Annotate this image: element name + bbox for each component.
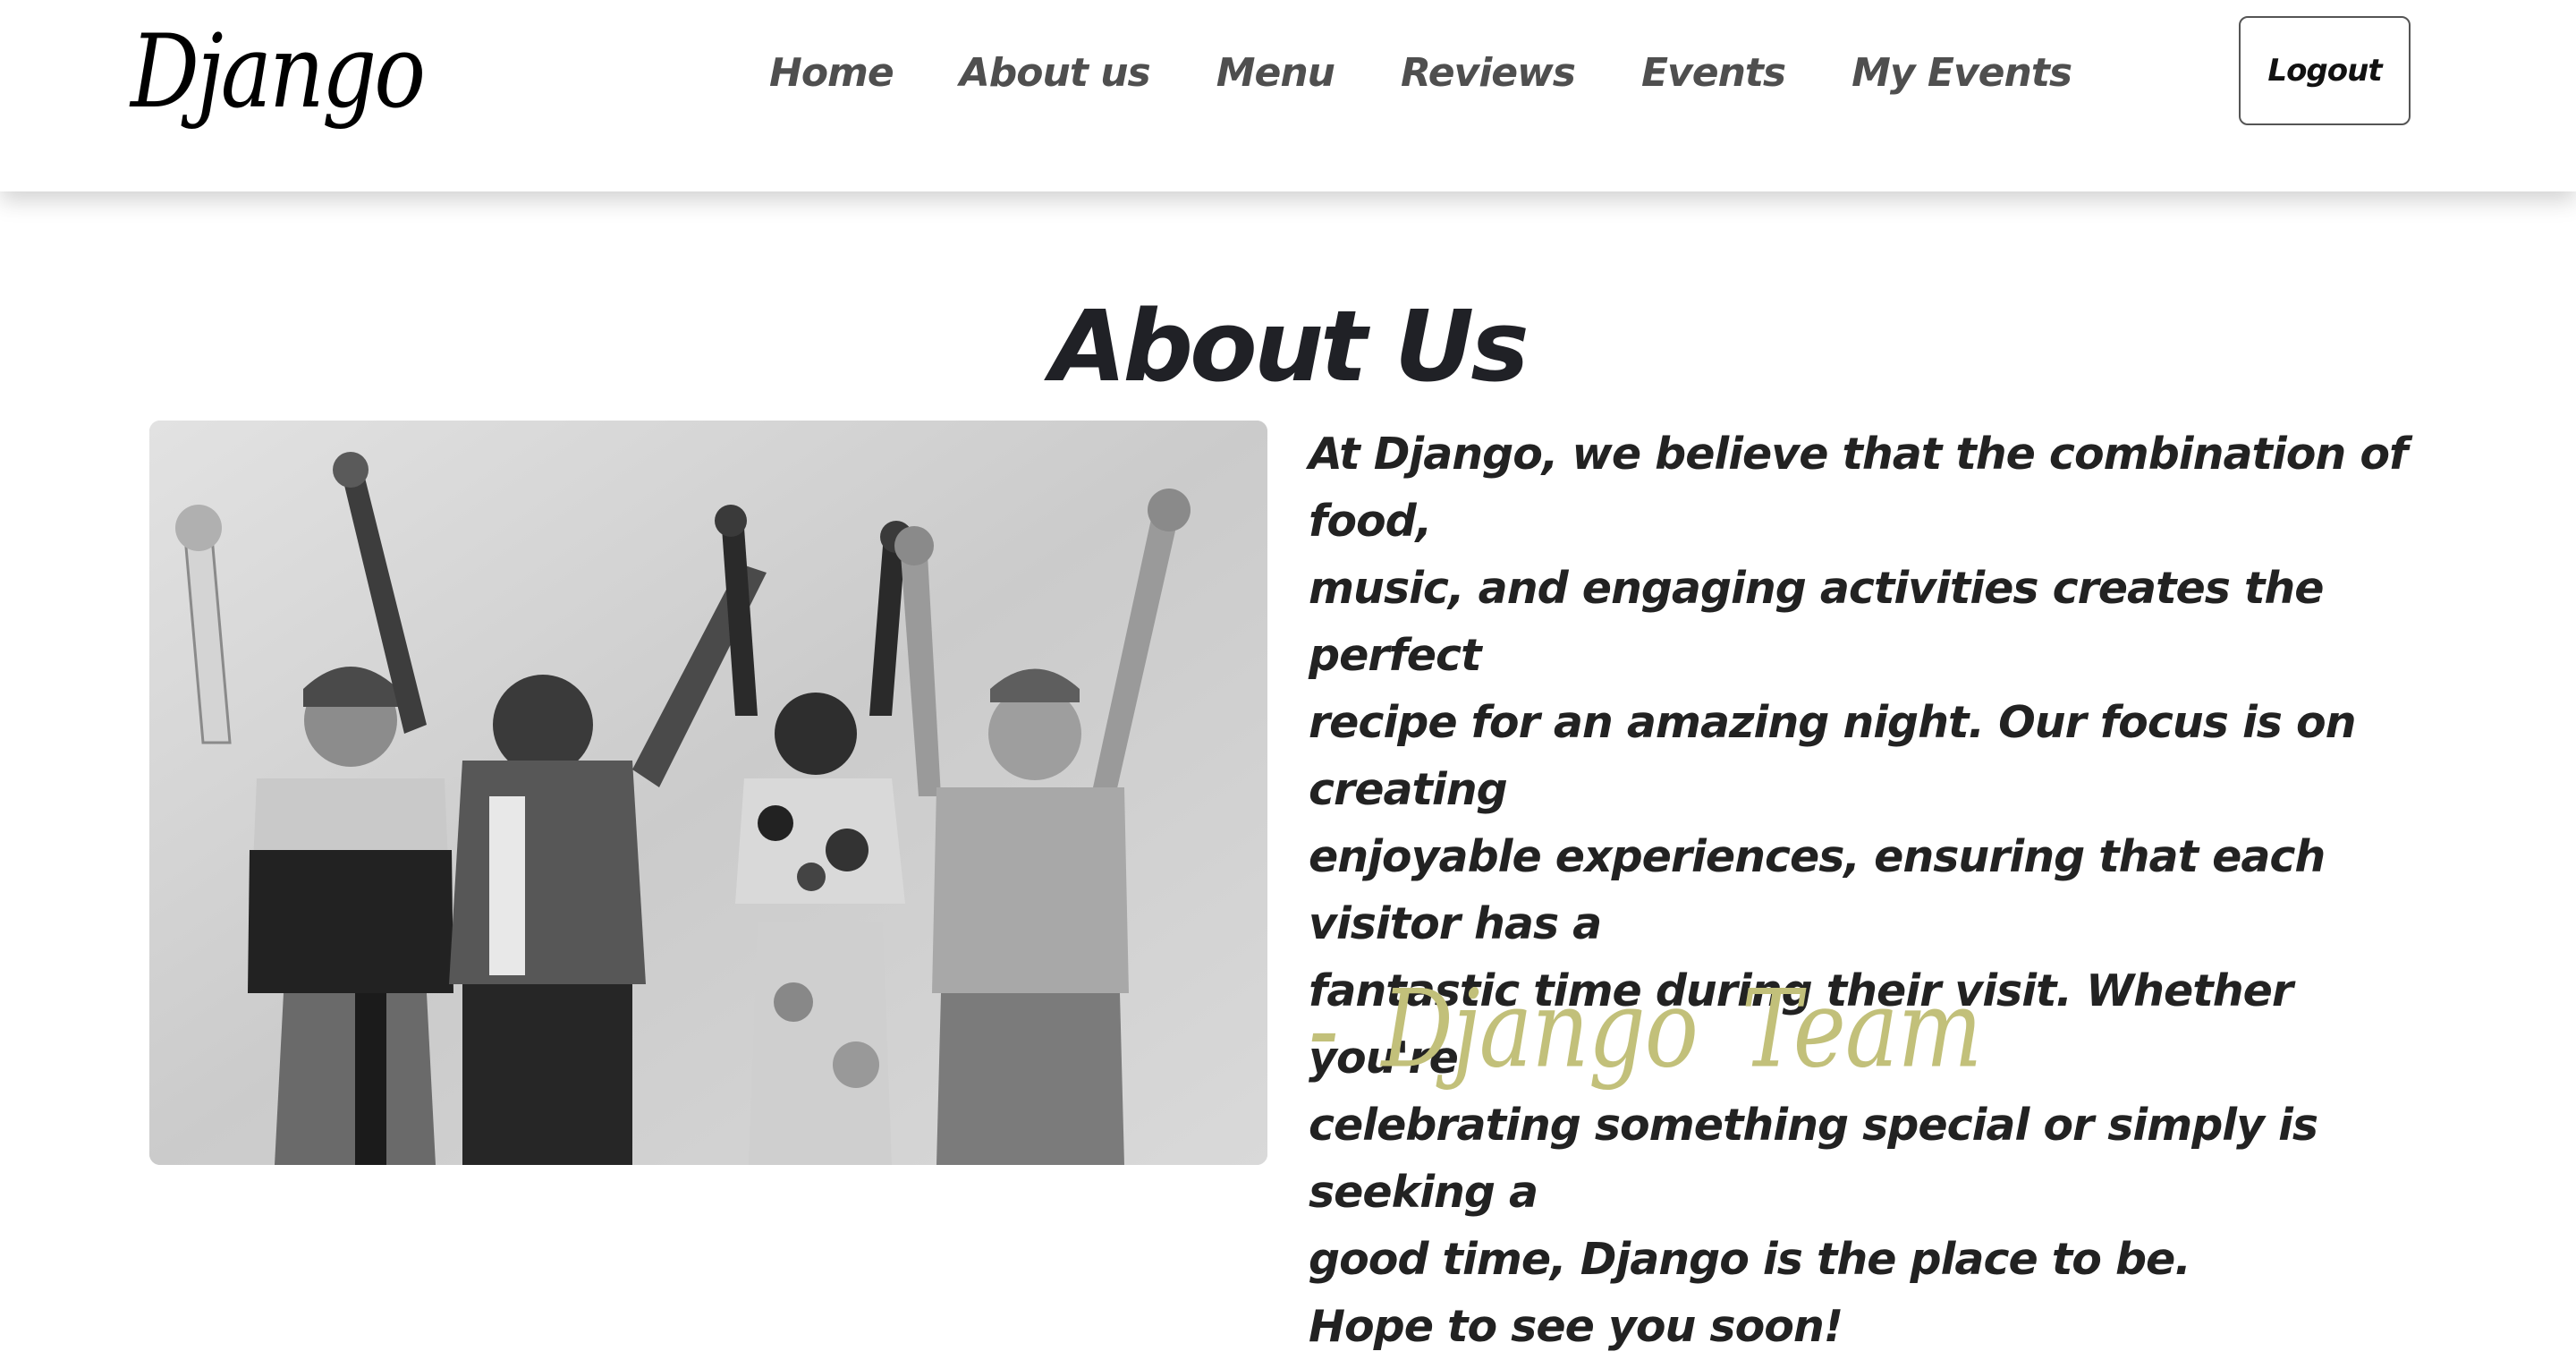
about-line: At Django, we believe that the combinati… [1309,429,2408,547]
nav-link-events[interactable]: Events [1641,41,1786,106]
about-line: music, and engaging activities creates t… [1309,563,2325,681]
about-description: At Django, we believe that the combinati… [1309,421,2436,1360]
about-line: recipe for an amazing night. Our focus i… [1309,697,2357,815]
brand-logo[interactable]: Django [131,13,426,131]
nav-link-my-events[interactable]: My Events [1852,41,2072,106]
nav-link-about-us[interactable]: About us [960,41,1151,106]
nav-link-menu[interactable]: Menu [1216,41,1335,106]
about-closing: Hope to see you soon! [1309,1301,1843,1352]
nav-links: Home About us Menu Reviews Events My Eve… [769,41,2072,106]
celebration-photo [149,421,1267,1165]
logout-button[interactable]: Logout [2239,16,2411,125]
nav-link-reviews[interactable]: Reviews [1401,41,1576,106]
about-line: enjoyable experiences, ensuring that eac… [1309,831,2326,949]
about-line: celebrating something special or simply … [1309,1100,2318,1218]
about-line: good time, Django is the place to be. [1309,1234,2191,1285]
navbar: Django Home About us Menu Reviews Events… [0,0,2576,191]
team-signature: - Django Team [1309,966,1982,1092]
page-title: About Us [1050,289,1529,404]
nav-link-home[interactable]: Home [769,41,894,106]
